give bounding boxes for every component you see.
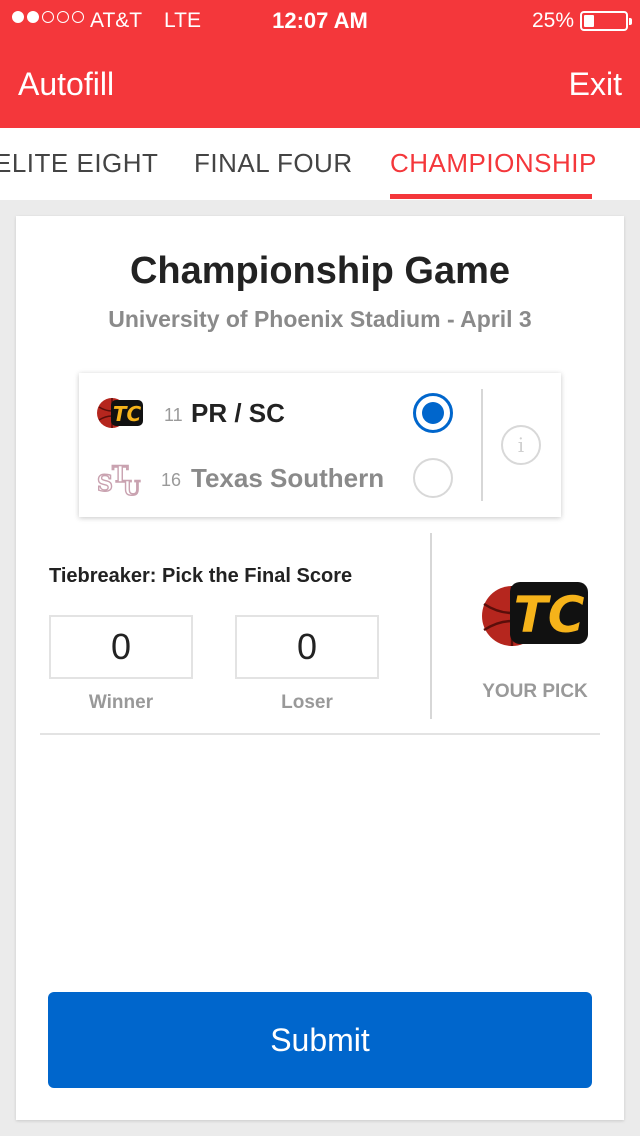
team-row-pr-sc[interactable]: TC 11 PR / SC — [95, 393, 465, 433]
tiebreaker-divider — [430, 533, 432, 719]
your-pick-label: YOUR PICK — [482, 681, 588, 702]
team-seed: 11 — [164, 405, 183, 425]
section-divider — [40, 733, 600, 735]
tiebreaker-label: Tiebreaker: Pick the Final Score — [49, 565, 353, 587]
team-seed: 16 — [161, 470, 182, 490]
round-tabs: ELITE EIGHT FINAL FOUR CHAMPIONSHIP — [0, 128, 640, 200]
winner-score-input[interactable]: 0 — [49, 615, 193, 679]
battery-fill — [584, 15, 594, 27]
team-radio-unselected[interactable] — [413, 458, 453, 498]
tab-elite-eight[interactable]: ELITE EIGHT — [0, 148, 158, 179]
top-bar: AT&T LTE 12:07 AM 25% Autofill Exit — [0, 0, 640, 128]
team-name: Texas Southern — [191, 463, 385, 493]
submit-button[interactable]: Submit — [48, 992, 592, 1088]
svg-text:TC: TC — [514, 586, 585, 644]
tsu-logo-icon: S T U — [96, 461, 141, 500]
team-radio-selected[interactable] — [413, 393, 453, 433]
status-bar: AT&T LTE 12:07 AM 25% — [0, 0, 640, 40]
tab-championship[interactable]: CHAMPIONSHIP — [390, 148, 597, 179]
winner-label: Winner — [88, 692, 154, 713]
matchup-divider — [481, 389, 483, 501]
svg-text:U: U — [123, 476, 140, 500]
game-subtitle: University of Phoenix Stadium - April 3 — [108, 306, 532, 332]
loser-label: Loser — [281, 692, 333, 713]
svg-text:S: S — [97, 471, 113, 497]
exit-button[interactable]: Exit — [569, 66, 622, 103]
info-icon[interactable]: i — [501, 425, 541, 465]
your-pick-logo-icon: TC — [482, 582, 588, 646]
tab-final-four[interactable]: FINAL FOUR — [194, 148, 353, 179]
svg-text:TC: TC — [113, 402, 142, 426]
battery-percent: 25% — [531, 9, 574, 32]
active-tab-indicator — [390, 194, 592, 199]
tc-basketball-logo-icon: TC — [97, 398, 143, 428]
game-title: Championship Game — [129, 250, 511, 292]
team-name: PR / SC — [191, 398, 285, 428]
autofill-button[interactable]: Autofill — [18, 66, 114, 103]
loser-score-input[interactable]: 0 — [235, 615, 379, 679]
team-row-texas-southern[interactable]: S T U 16 Texas Southern — [95, 458, 465, 501]
battery-icon — [580, 11, 632, 31]
